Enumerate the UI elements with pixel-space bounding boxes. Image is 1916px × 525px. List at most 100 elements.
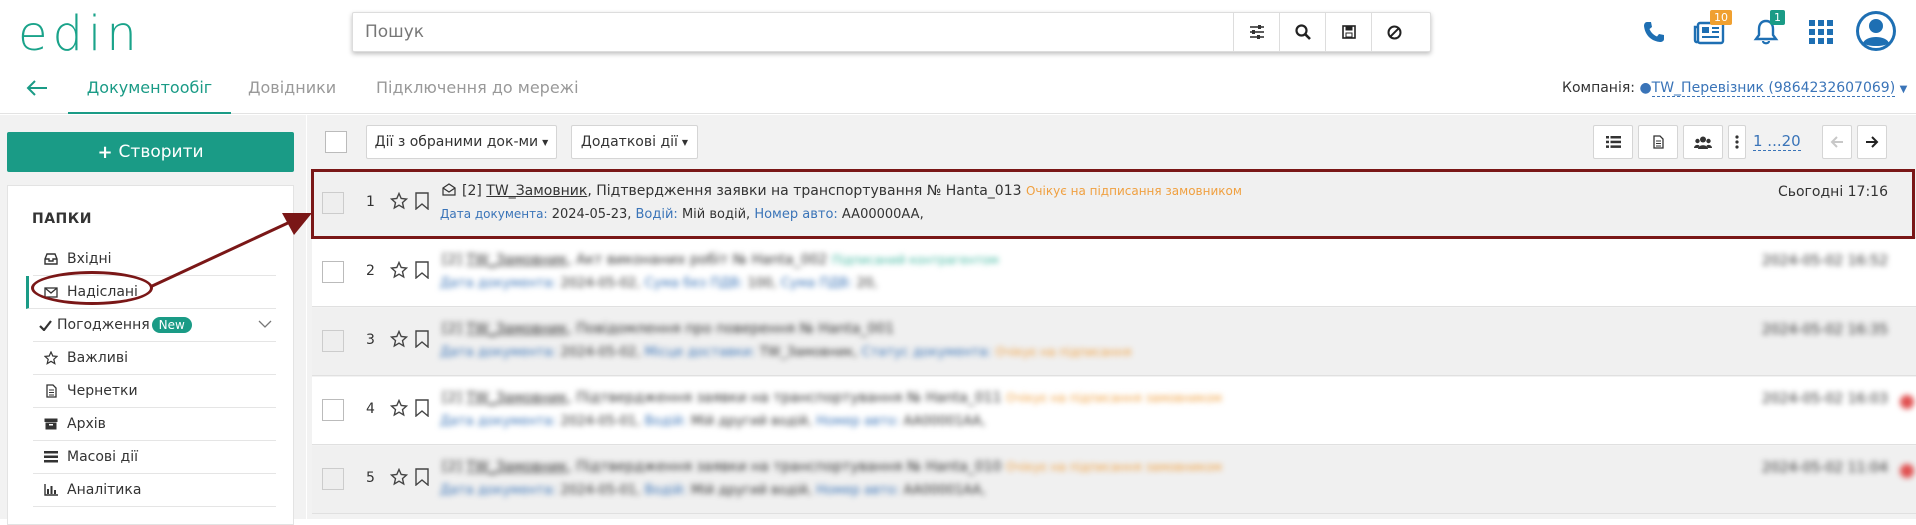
sidebar-item-label: Вхідні	[67, 251, 112, 267]
star-icon[interactable]	[390, 468, 408, 486]
company-value[interactable]: TW_Перевізник (9864232607069)	[1651, 80, 1896, 97]
row-checkbox[interactable]	[322, 330, 344, 352]
notifications-button[interactable]: 1	[1749, 10, 1785, 50]
doc-status-label: Статус документа:	[861, 345, 992, 360]
doc-date-value: 2024-05-01,	[560, 483, 641, 498]
row-title-line: [2] TW_Замовник, Акт виконаних робіт № H…	[442, 252, 999, 268]
extra-actions-label: Додаткові дії	[580, 134, 678, 150]
user-avatar-button[interactable]	[1855, 10, 1897, 52]
document-view-button[interactable]	[1638, 125, 1678, 159]
row-sender[interactable]: TW_Замовник	[466, 252, 567, 268]
arrow-left-icon	[26, 80, 47, 96]
bookmark-icon[interactable]	[414, 399, 430, 417]
row-checkbox[interactable]	[322, 399, 344, 421]
sidebar-item-label: Масові дії	[67, 449, 138, 465]
group-view-button[interactable]	[1683, 125, 1723, 159]
clear-search-button[interactable]	[1371, 13, 1417, 51]
row-date: 2024-05-02 11:04	[1761, 460, 1888, 476]
search-input[interactable]	[365, 13, 1245, 51]
driver-value: Мій другий водій,	[690, 483, 812, 498]
row-sender[interactable]: TW_Замовник	[466, 321, 567, 337]
company-selector[interactable]: Компанія: ●TW_Перевізник (9864232607069)…	[1562, 80, 1907, 97]
row-title[interactable]: , Підтвердження заявки на транспортуванн…	[567, 459, 1001, 475]
pagination-range[interactable]: 1 ...20	[1753, 133, 1801, 151]
table-row[interactable]: 4 [2] TW_Замовник, Підтвердження заявки …	[312, 377, 1916, 445]
driver-value: Мій другий водій,	[690, 414, 812, 429]
create-button[interactable]: + Створити	[7, 132, 294, 172]
row-status: Очікує на підписання замовником	[1005, 391, 1222, 405]
delivery-place-label: Місце доставки:	[644, 345, 756, 360]
sidebar-item-bulk-actions[interactable]: Масові дії	[33, 441, 276, 474]
row-checkbox[interactable]	[322, 468, 344, 490]
sidebar-item-label: Погодження	[57, 317, 150, 333]
row-prefix: [2]	[442, 252, 462, 268]
row-title-line: [2] TW_Замовник, Підтвердження заявки на…	[442, 390, 1222, 406]
doc-date-label: Дата документа:	[440, 483, 557, 498]
row-sender[interactable]: TW_Замовник	[466, 459, 567, 475]
more-options-button[interactable]	[1728, 125, 1746, 159]
sidebar-item-archive[interactable]: Архів	[33, 408, 276, 441]
row-prefix: [2]	[442, 321, 462, 337]
back-button[interactable]	[26, 78, 48, 98]
tab-documents[interactable]: Документообіг	[68, 78, 231, 114]
bookmark-icon[interactable]	[414, 261, 430, 279]
table-row[interactable]: 2 [2] TW_Замовник, Акт виконаних робіт №…	[312, 239, 1916, 307]
ban-icon	[1387, 25, 1402, 39]
search-icon	[1294, 24, 1311, 40]
alert-dot-icon	[1900, 464, 1914, 478]
save-search-button[interactable]	[1325, 13, 1371, 51]
tab-network-connection[interactable]: Підключення до мережі	[376, 78, 579, 114]
list-view-button[interactable]	[1593, 125, 1633, 159]
next-page-button[interactable]	[1857, 125, 1887, 159]
list-icon	[43, 451, 59, 463]
apps-grid-icon	[1809, 20, 1833, 44]
row-title[interactable]: , Підтвердження заявки на транспортуванн…	[567, 390, 1001, 406]
sidebar-item-important[interactable]: Важливі	[33, 342, 276, 375]
sidebar-item-approvals[interactable]: Погодження New	[33, 309, 276, 342]
star-icon[interactable]	[390, 399, 408, 417]
tab-directories[interactable]: Довідники	[248, 78, 336, 114]
bookmark-icon[interactable]	[414, 330, 430, 348]
user-avatar-icon	[1856, 11, 1896, 51]
search-bar	[352, 12, 1431, 52]
doc-status-value: Очікує на підписання	[995, 345, 1132, 359]
doc-date-label: Дата документа:	[440, 345, 557, 360]
chevron-down-icon[interactable]	[258, 317, 272, 333]
table-row[interactable]: 3 [2] TW_Замовник, Повідомлення про пове…	[312, 308, 1916, 376]
sidebar-item-drafts[interactable]: Чернетки	[33, 375, 276, 408]
bulk-actions-dropdown[interactable]: Дії з обраними док-ми ▼	[366, 125, 557, 159]
row-details-line: Дата документа: 2024-05-01, Водій: Мій д…	[440, 483, 985, 498]
plus-icon: +	[97, 141, 113, 163]
amount-label: Сума без ПДВ:	[644, 276, 744, 291]
check-icon	[37, 319, 53, 331]
user-small-icon: ●	[1639, 80, 1652, 96]
row-prefix: [2]	[442, 390, 462, 406]
apps-button[interactable]	[1804, 14, 1838, 50]
row-title[interactable]: , Повідомлення про поверення № Hanta_001	[567, 321, 894, 337]
sidebar-item-analytics[interactable]: Аналітика	[33, 474, 276, 507]
bookmark-icon[interactable]	[414, 468, 430, 486]
top-header: edin 10 1	[0, 0, 1916, 64]
phone-button[interactable]	[1637, 14, 1671, 50]
sliders-icon	[1249, 25, 1264, 39]
row-sender[interactable]: TW_Замовник	[466, 390, 567, 406]
annotation-arrow	[149, 213, 312, 289]
arrow-left-icon	[1830, 136, 1843, 148]
row-date: 2024-05-02 16:03	[1761, 391, 1888, 407]
star-icon[interactable]	[390, 261, 408, 279]
documents-button[interactable]: 10	[1692, 10, 1732, 50]
row-date: 2024-05-02 16:52	[1761, 253, 1888, 269]
star-icon[interactable]	[390, 330, 408, 348]
filter-settings-button[interactable]	[1233, 13, 1279, 51]
prev-page-button[interactable]	[1822, 125, 1852, 159]
delivery-place-value: TW_Замовник,	[759, 345, 858, 360]
search-button[interactable]	[1279, 13, 1325, 51]
alert-dot-icon	[1900, 395, 1914, 409]
edin-logo[interactable]: edin	[18, 10, 142, 58]
bulk-actions-label: Дії з обраними док-ми	[374, 134, 539, 150]
extra-actions-dropdown[interactable]: Додаткові дії ▼	[571, 125, 698, 159]
row-checkbox[interactable]	[322, 261, 344, 283]
select-all-checkbox[interactable]	[325, 131, 347, 153]
row-title[interactable]: , Акт виконаних робіт № Hanta_002	[567, 252, 827, 268]
table-row[interactable]: 5 [2] TW_Замовник, Підтвердження заявки …	[312, 446, 1916, 514]
